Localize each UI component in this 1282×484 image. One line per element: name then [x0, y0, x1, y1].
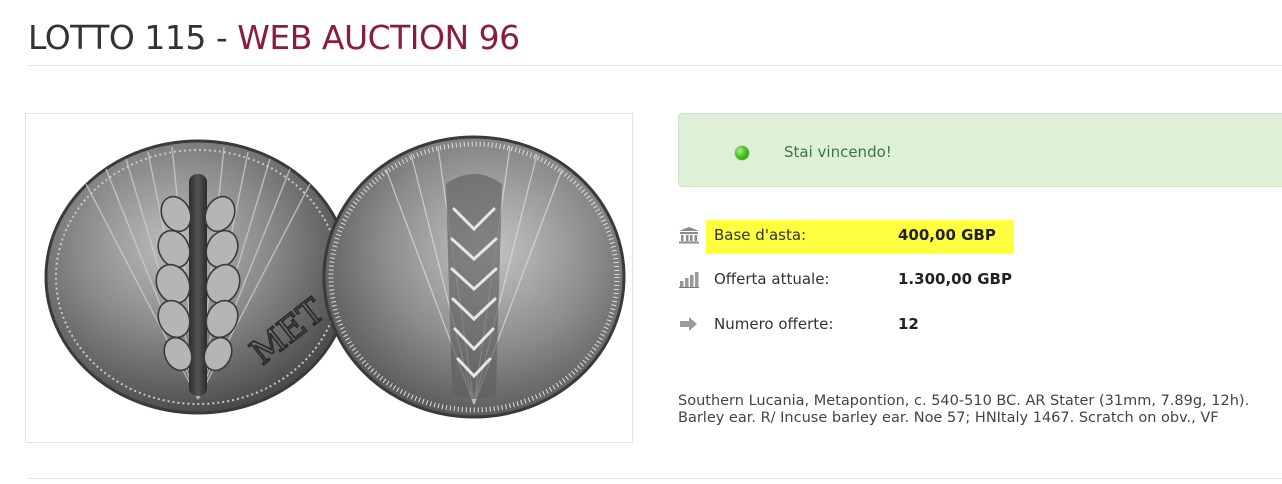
current-bid-label: Offerta attuale: [714, 270, 830, 288]
coin-photo: MET [44, 135, 626, 419]
bid-count-value: 12 [898, 315, 919, 333]
footer-divider [28, 478, 1282, 479]
status-indicator-icon [735, 146, 749, 160]
current-bid-row: Offerta attuale: 1.300,00 GBP [678, 266, 1038, 292]
bank-icon [679, 227, 699, 244]
header-divider [28, 65, 1282, 66]
lot-title: LOTTO 115 - WEB AUCTION 96 [28, 18, 520, 57]
lot-number: LOTTO 115 - [28, 18, 238, 57]
coin-obverse: MET [44, 139, 352, 415]
starting-price-row: Base d'asta: 400,00 GBP [678, 222, 1038, 248]
current-bid-value: 1.300,00 GBP [898, 270, 1012, 288]
bar-chart-icon [679, 272, 699, 288]
auction-name-link[interactable]: WEB AUCTION 96 [237, 18, 520, 57]
bid-count-row: Numero offerte: 12 [678, 311, 1038, 337]
lot-image[interactable]: MET [25, 113, 633, 443]
lot-description: Southern Lucania, Metapontion, c. 540-51… [678, 393, 1250, 426]
winning-status-alert: Stai vincendo! [678, 113, 1282, 187]
status-message: Stai vincendo! [784, 143, 892, 161]
bid-count-label: Numero offerte: [714, 315, 834, 333]
starting-price-label: Base d'asta: [714, 226, 807, 244]
arrow-right-icon [680, 317, 697, 331]
starting-price-value: 400,00 GBP [898, 226, 996, 244]
coin-reverse [322, 135, 626, 419]
